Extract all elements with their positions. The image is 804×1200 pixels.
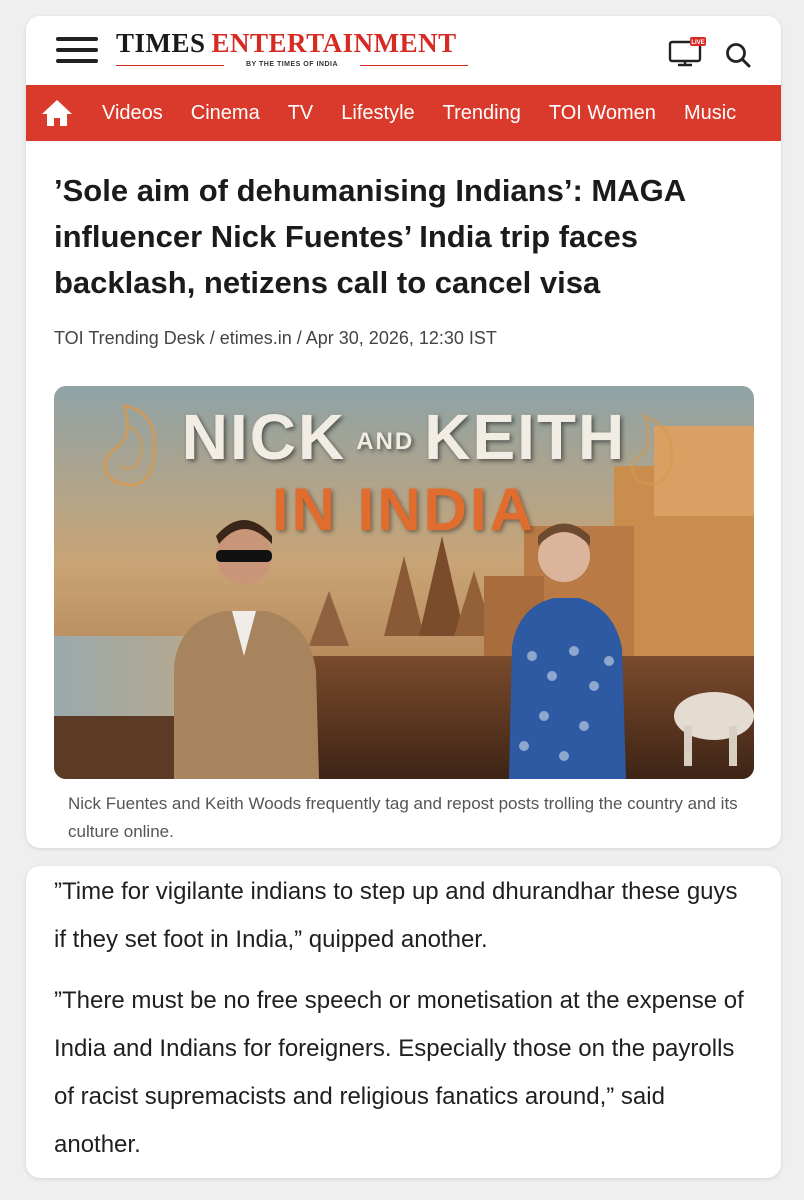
article-paragraph: ”There must be no free speech or monetis… [54,987,744,1158]
nav-item-cinema[interactable]: Cinema [191,85,260,141]
live-tv-icon[interactable]: LIVE [668,36,708,68]
site-logo[interactable]: TIMES ENTERTAINMENT BY THE TIMES OF INDIA [116,28,468,76]
hero-title-nick: NICK [181,401,347,473]
nav-item-tv[interactable]: TV [288,85,314,141]
article-headline: ’Sole aim of dehumanising Indians’: MAGA… [54,173,685,300]
nav-item-music[interactable]: Music [684,85,736,141]
article-hero-image[interactable]: NICK AND KEITH IN INDIA [54,386,754,779]
image-caption: Nick Fuentes and Keith Woods frequently … [68,794,738,841]
nav-item-videos[interactable]: Videos [102,85,163,141]
hero-title-and: AND [356,428,415,456]
main-nav: Videos Cinema TV Lifestyle Trending TOI … [26,85,781,141]
article-body-card: ”Time for vigilante indians to step up a… [26,866,781,1178]
nav-item-lifestyle[interactable]: Lifestyle [341,85,414,141]
nav-item-trending[interactable]: Trending [443,85,521,141]
live-badge: LIVE [691,40,704,46]
article-paragraph: ”Time for vigilante indians to step up a… [54,878,738,953]
nav-item-toi-women[interactable]: TOI Women [549,85,656,141]
home-icon[interactable] [40,97,74,129]
logo-tagline: BY THE TIMES OF INDIA [116,61,468,71]
hero-title-in-india: IN INDIA [272,476,536,544]
search-icon[interactable] [724,41,752,69]
site-header: TIMES ENTERTAINMENT BY THE TIMES OF INDIA… [26,16,781,85]
article-byline: TOI Trending Desk / etimes.in / Apr 30, … [54,328,497,348]
hero-title-keith: KEITH [424,401,627,473]
article-card: TIMES ENTERTAINMENT BY THE TIMES OF INDIA… [26,16,781,848]
logo-word-entertainment: ENTERTAINMENT [211,28,457,58]
hero-image-title: NICK AND KEITH IN INDIA [54,404,754,541]
menu-icon[interactable] [56,37,98,67]
logo-word-times: TIMES [116,28,206,58]
